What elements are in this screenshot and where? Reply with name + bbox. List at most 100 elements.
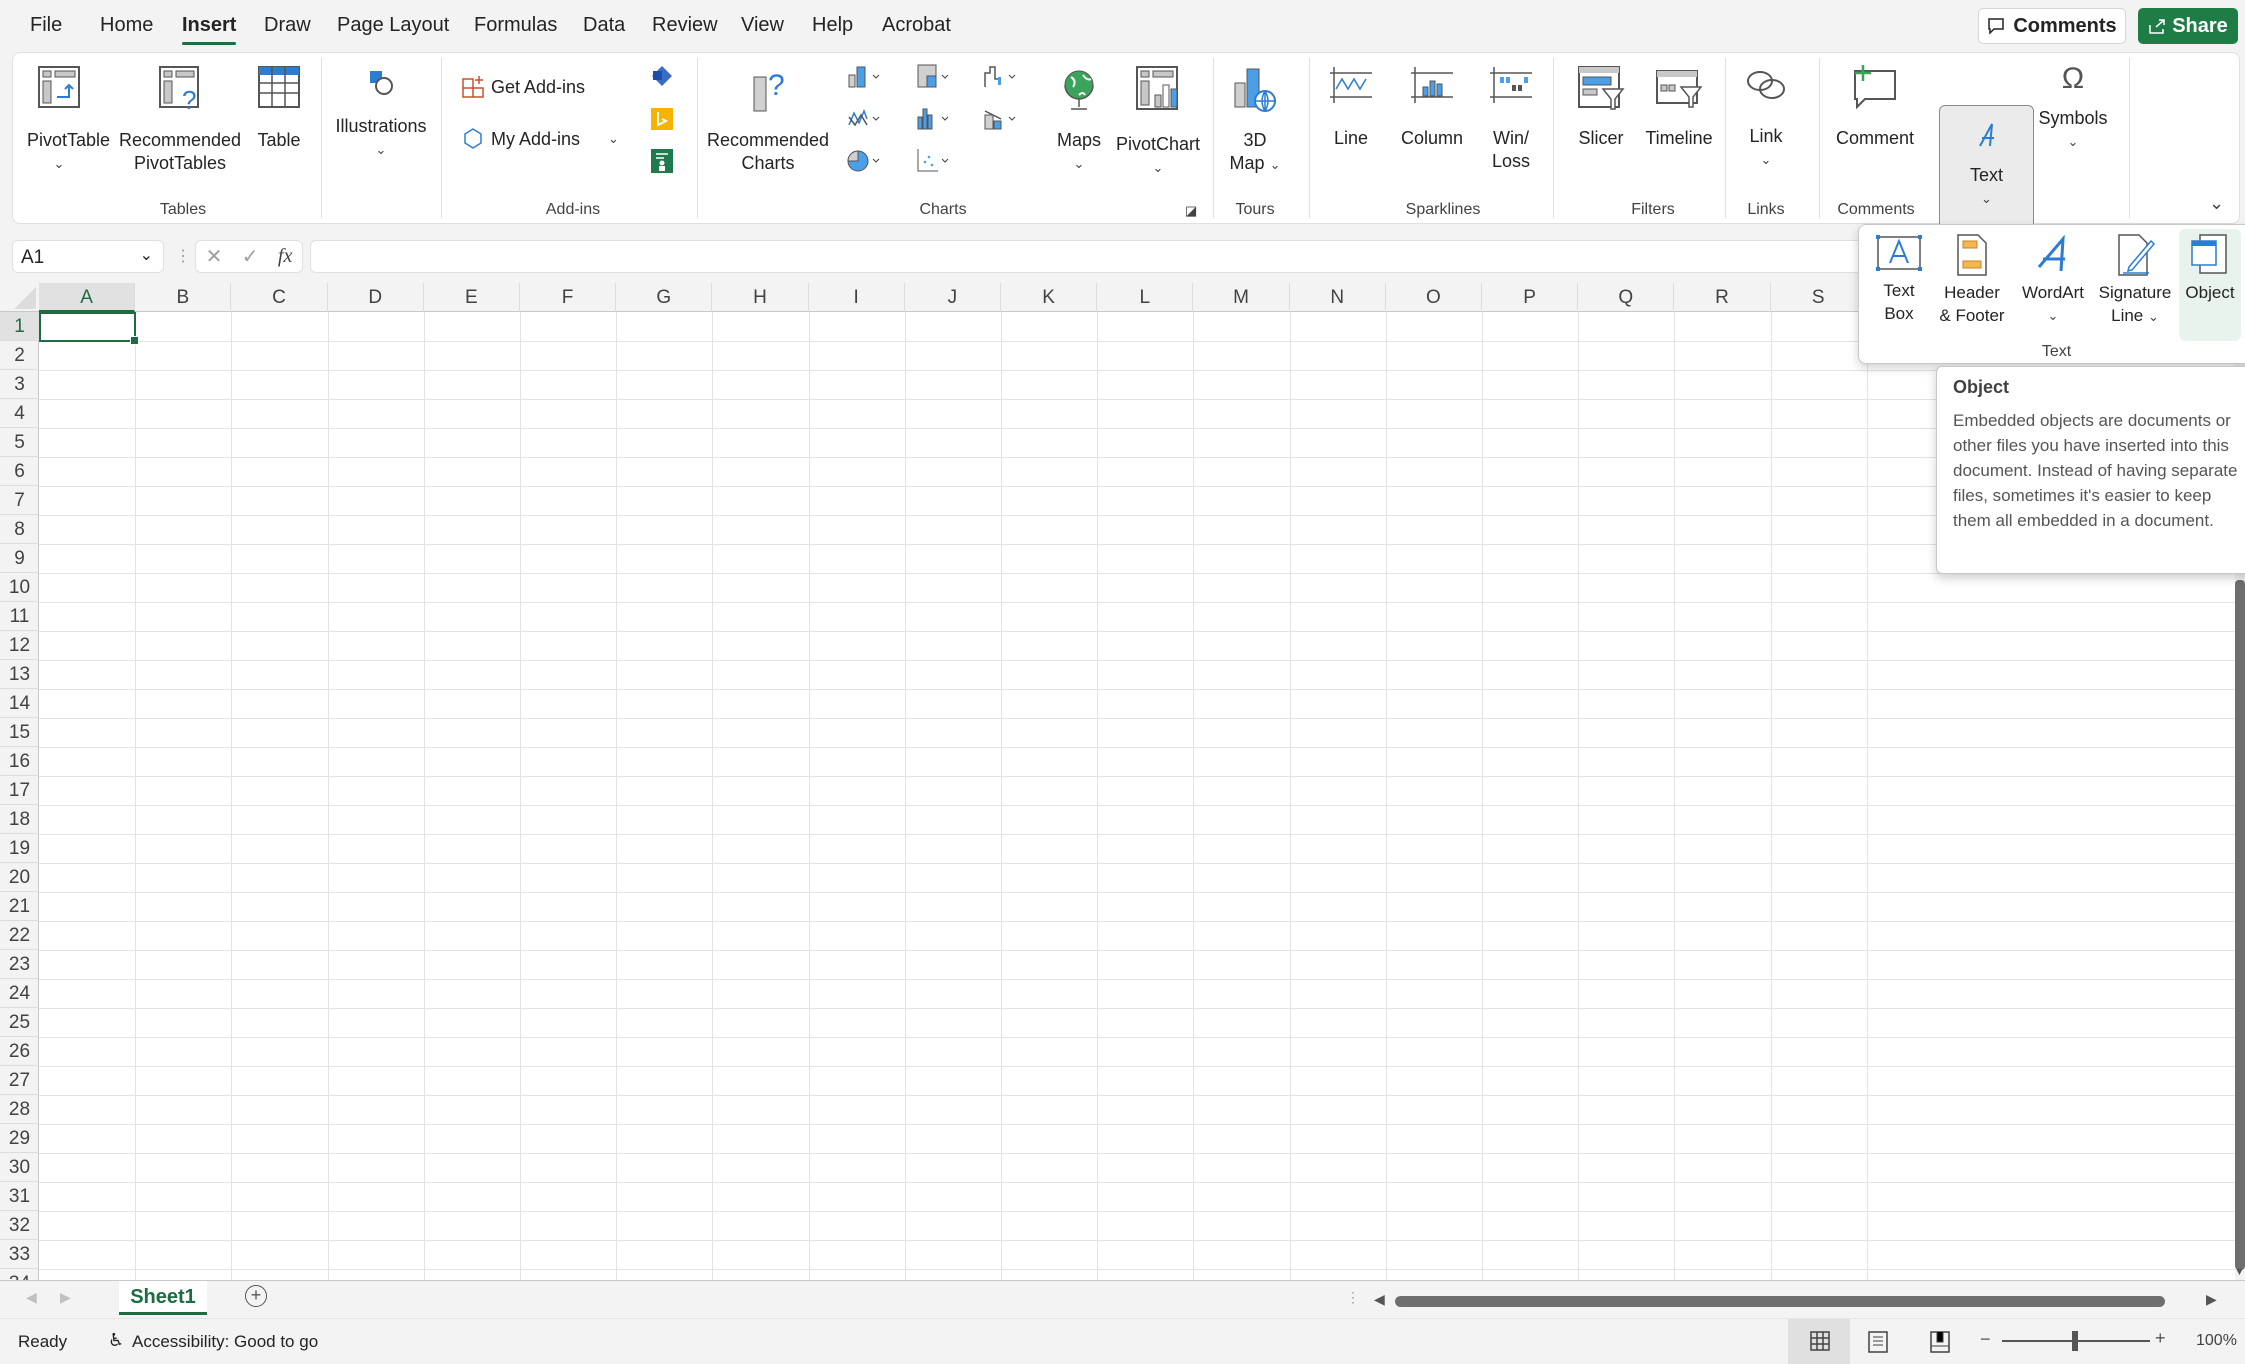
row-header-27[interactable]: 27	[0, 1066, 39, 1095]
tab-view[interactable]: View	[741, 14, 784, 37]
insert-scatter-chart-button[interactable]	[916, 147, 956, 175]
row-header-13[interactable]: 13	[0, 660, 39, 689]
comments-button[interactable]: Comments	[1978, 8, 2126, 44]
insert-statistic-chart-button[interactable]	[916, 105, 956, 133]
link-button[interactable]: Link ⌄	[1735, 65, 1797, 171]
get-addins-button[interactable]: Get Add-ins	[461, 75, 585, 99]
column-header-p[interactable]: P	[1482, 283, 1579, 312]
symbols-button[interactable]: Ω Symbols ⌄	[2033, 64, 2113, 153]
tab-insert[interactable]: Insert	[182, 14, 237, 45]
zoom-slider-thumb[interactable]	[2072, 1331, 2078, 1351]
column-header-q[interactable]: Q	[1578, 283, 1675, 312]
tab-home[interactable]: Home	[100, 14, 153, 37]
insert-pie-chart-button[interactable]	[847, 147, 887, 175]
tab-review[interactable]: Review	[652, 14, 718, 37]
bing-maps-button[interactable]	[651, 108, 673, 130]
row-header-2[interactable]: 2	[0, 341, 39, 370]
row-header-12[interactable]: 12	[0, 631, 39, 660]
column-header-e[interactable]: E	[424, 283, 520, 312]
column-header-m[interactable]: M	[1193, 283, 1290, 312]
tab-formulas[interactable]: Formulas	[474, 14, 557, 37]
3d-map-button[interactable]: 3D Map ⌄	[1225, 65, 1285, 176]
prev-sheet-icon[interactable]: ◀	[26, 1289, 37, 1306]
row-header-20[interactable]: 20	[0, 863, 39, 892]
scroll-down-icon[interactable]: ▼	[2234, 1266, 2245, 1278]
column-header-i[interactable]: I	[809, 283, 905, 312]
horizontal-scrollbar-thumb[interactable]	[1395, 1296, 2165, 1307]
pivottable-button[interactable]: PivotTable ⌄	[27, 65, 110, 175]
insert-hierarchy-chart-button[interactable]	[916, 63, 956, 91]
row-header-24[interactable]: 24	[0, 979, 39, 1008]
share-button[interactable]: Share	[2138, 8, 2238, 44]
my-addins-button[interactable]: My Add-ins ⌄	[461, 127, 619, 151]
row-header-22[interactable]: 22	[0, 921, 39, 950]
column-header-f[interactable]: F	[520, 283, 617, 312]
page-break-view-button[interactable]	[1930, 1331, 1950, 1358]
chevron-down-icon[interactable]: ⌄	[140, 245, 153, 265]
timeline-button[interactable]: Timeline	[1643, 65, 1715, 150]
column-header-l[interactable]: L	[1097, 283, 1194, 312]
recommended-pivottables-button[interactable]: ? Recommended PivotTables	[115, 65, 245, 175]
column-header-k[interactable]: K	[1001, 283, 1098, 312]
visio-addin-button[interactable]	[651, 65, 673, 87]
recommended-charts-button[interactable]: ? Recommended Charts	[705, 65, 831, 175]
signature-line-button[interactable]: Signature Line ⌄	[2095, 233, 2175, 328]
row-header-21[interactable]: 21	[0, 892, 39, 921]
splitter-handle-icon[interactable]: ⋮	[1346, 1289, 1360, 1306]
column-header-r[interactable]: R	[1674, 283, 1771, 312]
insert-column-chart-button[interactable]	[847, 63, 887, 91]
row-header-17[interactable]: 17	[0, 776, 39, 805]
row-header-31[interactable]: 31	[0, 1182, 39, 1211]
enter-icon[interactable]: ✓	[242, 244, 259, 269]
insert-waterfall-chart-button[interactable]	[983, 63, 1023, 91]
row-header-34[interactable]: 34	[0, 1269, 39, 1280]
row-header-29[interactable]: 29	[0, 1124, 39, 1153]
row-header-14[interactable]: 14	[0, 689, 39, 718]
column-header-h[interactable]: H	[712, 283, 809, 312]
row-header-23[interactable]: 23	[0, 950, 39, 979]
row-header-30[interactable]: 30	[0, 1153, 39, 1182]
row-header-25[interactable]: 25	[0, 1008, 39, 1037]
insert-line-chart-button[interactable]	[847, 105, 887, 133]
row-header-6[interactable]: 6	[0, 457, 39, 486]
worksheet-grid[interactable]: ABCDEFGHIJKLMNOPQRS 1 2 3 4 5 6 7 8 9 10 11 12 13 14 1…	[0, 283, 2235, 1280]
wordart-button[interactable]: WordArt ⌄	[2017, 233, 2089, 327]
row-header-7[interactable]: 7	[0, 486, 39, 515]
charts-dialog-launcher-icon[interactable]: ◪	[1185, 203, 1197, 219]
row-header-28[interactable]: 28	[0, 1095, 39, 1124]
tab-file[interactable]: File	[30, 14, 62, 37]
insert-combo-chart-button[interactable]	[983, 105, 1023, 133]
zoom-in-button[interactable]: +	[2155, 1328, 2166, 1349]
row-header-26[interactable]: 26	[0, 1037, 39, 1066]
column-header-b[interactable]: B	[135, 283, 232, 312]
column-header-j[interactable]: J	[905, 283, 1001, 312]
maps-button[interactable]: Maps ⌄	[1049, 65, 1109, 175]
collapse-ribbon-icon[interactable]: ⌄	[2209, 193, 2224, 214]
row-header-10[interactable]: 10	[0, 573, 39, 602]
row-header-8[interactable]: 8	[0, 515, 39, 544]
column-header-s[interactable]: S	[1771, 283, 1867, 312]
row-header-32[interactable]: 32	[0, 1211, 39, 1240]
object-button[interactable]: Object	[2179, 229, 2241, 341]
name-box[interactable]: A1 ⌄	[12, 240, 164, 273]
table-button[interactable]: Table	[249, 65, 309, 152]
row-header-19[interactable]: 19	[0, 834, 39, 863]
normal-view-button[interactable]	[1788, 1319, 1850, 1364]
column-header-c[interactable]: C	[231, 283, 328, 312]
column-header-g[interactable]: G	[616, 283, 713, 312]
row-header-1[interactable]: 1	[0, 312, 39, 341]
column-header-a[interactable]: A	[39, 283, 136, 312]
row-header-5[interactable]: 5	[0, 428, 39, 457]
text-box-button[interactable]: Text Box	[1871, 233, 1927, 325]
accessibility-icon[interactable]: ♿︎	[108, 1330, 124, 1351]
illustrations-button[interactable]: Illustrations ⌄	[331, 65, 431, 161]
zoom-level[interactable]: 100%	[2196, 1332, 2237, 1350]
new-comment-button[interactable]: Comment	[1831, 65, 1919, 150]
active-cell[interactable]	[39, 312, 139, 345]
slicer-button[interactable]: Slicer	[1571, 65, 1631, 150]
header-footer-button[interactable]: Header & Footer	[1933, 233, 2011, 327]
tab-acrobat[interactable]: Acrobat	[882, 14, 951, 37]
pivotchart-button[interactable]: PivotChart ⌄	[1113, 65, 1203, 179]
tab-page-layout[interactable]: Page Layout	[337, 14, 449, 37]
sparkline-winloss-button[interactable]: Win/ Loss	[1483, 65, 1539, 173]
